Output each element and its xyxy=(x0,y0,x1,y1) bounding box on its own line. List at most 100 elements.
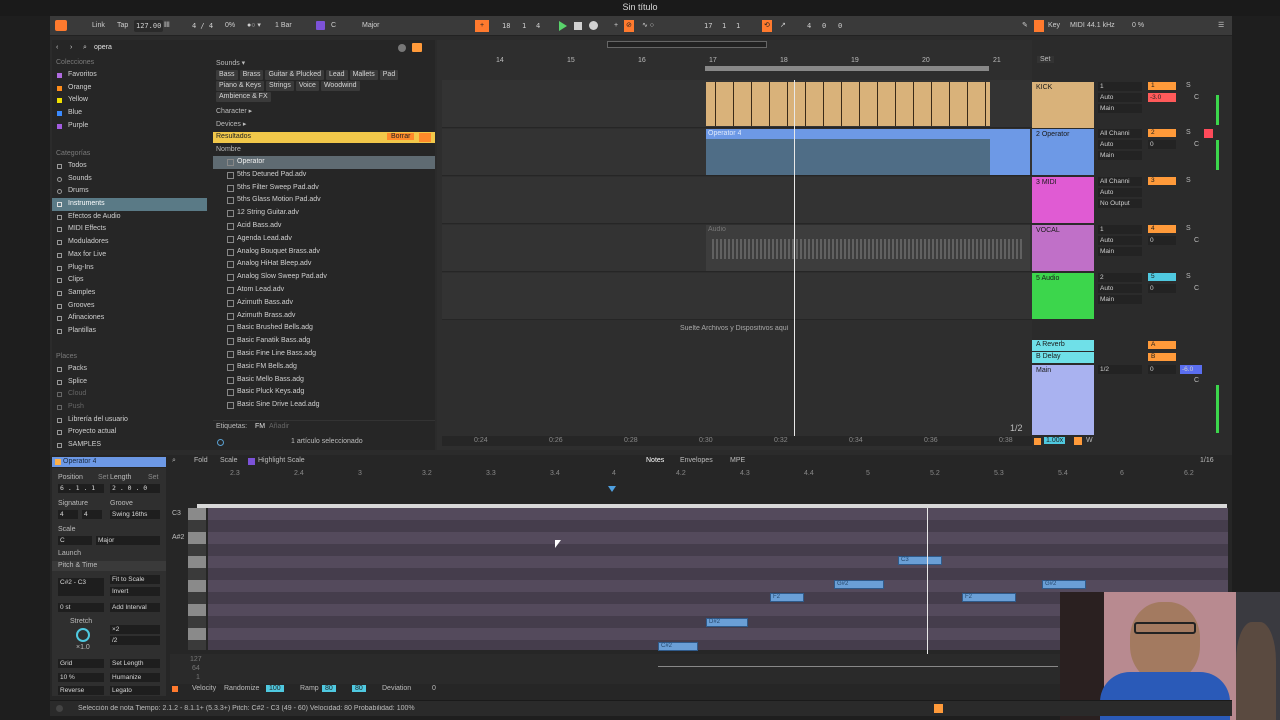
menu-icon[interactable]: ☰ xyxy=(1216,20,1226,32)
fit-to-scale-button[interactable]: Fit to Scale xyxy=(110,575,160,584)
result-item[interactable]: Basic Fine Line Bass.adg xyxy=(213,348,435,361)
punch-icon[interactable]: ↗ xyxy=(778,20,788,32)
forward-arrow-icon[interactable]: › xyxy=(70,44,72,51)
main-output[interactable]: 1/2 xyxy=(1098,365,1142,374)
category-todos[interactable]: Todos xyxy=(52,160,207,173)
track-activator[interactable]: 1 xyxy=(1148,82,1176,90)
place-cloud[interactable]: Cloud xyxy=(52,388,207,401)
solo-button[interactable]: S xyxy=(1186,225,1191,232)
tag-pad[interactable]: Pad xyxy=(379,70,399,80)
set-length-button[interactable]: Set Length xyxy=(110,659,160,668)
scale-key-select[interactable]: C xyxy=(58,536,92,545)
record-quantize-icon[interactable]: ●○ ▾ xyxy=(245,20,263,32)
envelopes-tab[interactable]: Envelopes xyxy=(680,457,713,464)
signature-denominator[interactable]: 4 xyxy=(82,510,102,519)
loop-toggle-icon[interactable]: ⟲ xyxy=(762,20,772,32)
collection-yellow[interactable]: Yellow xyxy=(52,94,207,107)
humanize-button[interactable]: Humanize xyxy=(110,673,160,682)
place-splice[interactable]: Splice xyxy=(52,376,207,389)
return-header-delay[interactable]: B Delay xyxy=(1032,352,1094,363)
key-select[interactable]: C xyxy=(329,20,338,32)
category-modulators[interactable]: Moduladores xyxy=(52,236,207,249)
volume-field[interactable]: -3.0 xyxy=(1148,93,1176,102)
bar-ruler[interactable]: 14 15 16 17 18 19 20 21 xyxy=(442,56,1032,66)
set-position-button[interactable]: Set xyxy=(98,474,109,481)
result-item[interactable]: Atom Lead.adv xyxy=(213,284,435,297)
pitch-time-header[interactable]: Pitch & Time xyxy=(52,561,166,571)
humanize-amount[interactable]: 10 % xyxy=(58,673,104,682)
result-item[interactable]: Analog Bouquet Brass.adv xyxy=(213,246,435,259)
set-button[interactable]: Set xyxy=(1037,56,1054,63)
clip-name-bar[interactable]: Operator 4 xyxy=(52,457,166,467)
loop-brace[interactable] xyxy=(705,66,989,71)
tag-guitar[interactable]: Guitar & Plucked xyxy=(265,70,324,80)
place-current-project[interactable]: Proyecto actual xyxy=(52,426,207,439)
collection-favoritos[interactable]: Favoritos xyxy=(52,69,207,82)
clear-search-icon[interactable] xyxy=(398,44,406,52)
filter-icon[interactable] xyxy=(412,43,422,52)
tag-voice[interactable]: Voice xyxy=(295,81,319,91)
main-header[interactable]: Main xyxy=(1032,365,1094,435)
result-item[interactable]: Basic FM Bells.adg xyxy=(213,361,435,374)
tempo-field[interactable]: 127.00 xyxy=(134,20,164,32)
play-icon[interactable] xyxy=(559,21,567,31)
midi-note[interactable]: F2 xyxy=(770,593,804,602)
reverse-button[interactable]: Reverse xyxy=(58,686,104,695)
record-icon[interactable] xyxy=(589,21,598,30)
place-samples[interactable]: SAMPLES xyxy=(52,439,207,452)
name-column-header[interactable]: Nombre xyxy=(216,146,241,153)
monitor-auto[interactable]: Auto xyxy=(1098,93,1142,102)
ramp-label[interactable]: Ramp xyxy=(300,685,319,692)
input-channel[interactable]: 1 xyxy=(1098,225,1142,234)
category-tunings[interactable]: Afinaciones xyxy=(52,312,207,325)
category-max-for-live[interactable]: Max for Live xyxy=(52,249,207,262)
track-header-vocal[interactable]: VOCAL xyxy=(1032,225,1094,271)
swing-field[interactable]: 0% xyxy=(223,20,237,32)
overdub-icon[interactable]: + xyxy=(612,20,620,32)
layout-icon[interactable] xyxy=(55,20,67,31)
output-route[interactable]: Main xyxy=(1098,104,1142,113)
track-activator[interactable]: 4 xyxy=(1148,225,1176,233)
scale-button[interactable]: Scale xyxy=(220,457,238,464)
set-length-button[interactable]: Set xyxy=(148,474,159,481)
automation-arm-icon[interactable]: ⊘ xyxy=(624,20,634,32)
output-route[interactable]: Main xyxy=(1098,247,1142,256)
output-route[interactable]: No Output xyxy=(1098,199,1142,208)
length-field[interactable]: 2 . 0 . 0 xyxy=(110,484,160,493)
result-item[interactable]: Analog Slow Sweep Pad.adv xyxy=(213,271,435,284)
result-item[interactable]: 12 String Guitar.adv xyxy=(213,207,435,220)
notes-tab[interactable]: Notes xyxy=(646,457,664,464)
grid-select[interactable]: Grid xyxy=(58,659,104,668)
category-grooves[interactable]: Grooves xyxy=(52,300,207,313)
result-item[interactable]: 5ths Detuned Pad.adv xyxy=(213,169,435,182)
track-activator[interactable]: 5 xyxy=(1148,273,1176,281)
position-field[interactable]: 6 . 1 . 1 xyxy=(58,484,104,493)
randomize-value[interactable]: 100 xyxy=(266,685,284,692)
halve-button[interactable]: /2 xyxy=(110,636,160,645)
collection-blue[interactable]: Blue xyxy=(52,107,207,120)
loop-start-beat[interactable]: 1 xyxy=(720,20,728,32)
result-item[interactable]: Azimuth Brass.adv xyxy=(213,310,435,323)
highlight-checkbox[interactable] xyxy=(248,458,255,465)
result-item[interactable]: 5ths Glass Motion Pad.adv xyxy=(213,194,435,207)
solo-button[interactable]: S xyxy=(1186,82,1191,89)
solo-button[interactable]: S xyxy=(1186,177,1191,184)
tempo-ratio[interactable]: 1.00x W xyxy=(1032,437,1094,447)
piano-keys[interactable] xyxy=(188,508,206,650)
result-item[interactable]: 5ths Filter Sweep Pad.adv xyxy=(213,182,435,195)
pan-field[interactable]: C xyxy=(1194,377,1199,384)
place-push[interactable]: Push xyxy=(52,401,207,414)
tag-bass[interactable]: Bass xyxy=(216,70,238,80)
velocity-lane-icon[interactable] xyxy=(172,686,178,692)
legato-button[interactable]: Legato xyxy=(110,686,160,695)
transpose-field[interactable]: 0 st xyxy=(58,603,104,612)
loop-length-sixteenth[interactable]: 0 xyxy=(836,20,844,32)
track-lane-kick[interactable] xyxy=(442,80,1032,128)
solo-button[interactable]: S xyxy=(1186,273,1191,280)
launch-section[interactable]: Launch xyxy=(58,550,81,557)
category-sounds[interactable]: Sounds xyxy=(52,173,207,186)
input-channel[interactable]: 2 xyxy=(1098,273,1142,282)
result-item[interactable]: Agenda Lead.adv xyxy=(213,233,435,246)
monitor-auto[interactable]: Auto xyxy=(1098,188,1142,197)
h-button[interactable] xyxy=(1074,437,1082,445)
